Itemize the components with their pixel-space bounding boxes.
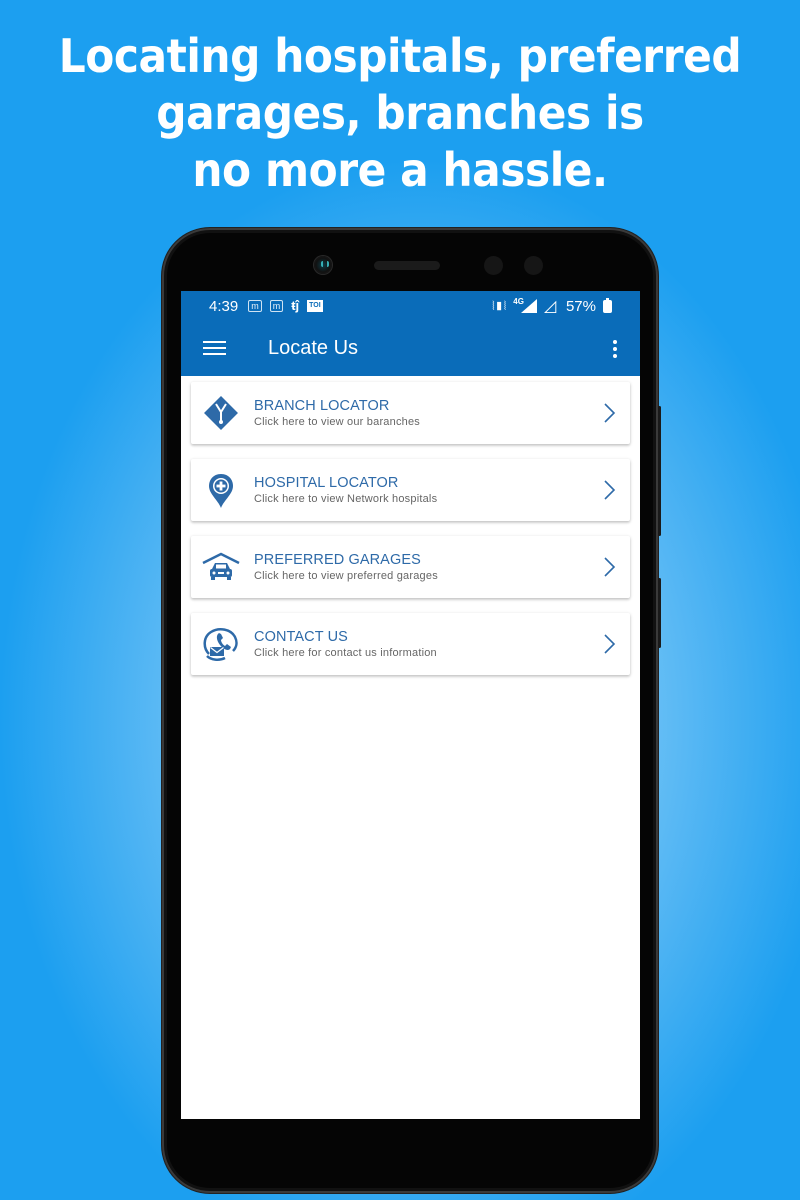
branch-locator-card[interactable]: BRANCH LOCATOR Click here to view our ba… [191, 382, 630, 444]
more-options-icon[interactable] [612, 339, 618, 358]
toi-icon: TOI [307, 300, 323, 312]
chevron-right-icon [600, 475, 620, 505]
page-title: Locate Us [268, 337, 359, 359]
teams-icon: ŧĵ [291, 298, 300, 313]
power-button [658, 578, 661, 648]
volume-button [658, 406, 661, 536]
contact-phone-mail-icon [199, 624, 243, 664]
branch-icon [199, 393, 243, 433]
card-subtitle: Click here to view Network hospitals [254, 492, 438, 505]
card-title: PREFERRED GARAGES [254, 551, 421, 568]
chevron-right-icon [600, 398, 620, 428]
card-title: CONTACT US [254, 628, 348, 645]
card-title: BRANCH LOCATOR [254, 397, 390, 414]
menu-icon[interactable] [203, 341, 226, 356]
hospital-pin-icon [199, 470, 243, 510]
battery-icon [603, 297, 612, 313]
network-type-label: 4G [513, 296, 524, 306]
status-bar: 4:39 m m ŧĵ TOI ⦚▮⦚ 4G 57% [181, 291, 640, 321]
locate-options-list: BRANCH LOCATOR Click here to view our ba… [181, 376, 640, 675]
vibrate-icon: ⦚▮⦚ [492, 298, 507, 313]
hospital-locator-card[interactable]: HOSPITAL LOCATOR Click here to view Netw… [191, 459, 630, 521]
card-title: HOSPITAL LOCATOR [254, 474, 399, 491]
phone-frame: 4:39 m m ŧĵ TOI ⦚▮⦚ 4G 57% Locate Us [162, 228, 661, 1193]
card-subtitle: Click here to view our baranches [254, 415, 420, 428]
proximity-sensor [484, 256, 503, 275]
headline-line-3: no more a hassle. [192, 143, 608, 197]
headline-line-1: Locating hospitals, preferred [58, 29, 742, 83]
notification-m-icon: m [269, 300, 284, 312]
status-time: 4:39 [209, 297, 239, 315]
promo-headline: Locating hospitals, preferred garages, b… [32, 28, 768, 199]
card-subtitle: Click here for contact us information [254, 646, 437, 659]
signal-no-sim-icon [544, 296, 559, 316]
phone-screen: 4:39 m m ŧĵ TOI ⦚▮⦚ 4G 57% Locate Us [181, 291, 640, 1119]
card-subtitle: Click here to view preferred garages [254, 569, 438, 582]
chevron-right-icon [600, 629, 620, 659]
light-sensor [524, 256, 543, 275]
earpiece-speaker [374, 261, 440, 270]
headline-line-2: garages, branches is [156, 86, 644, 140]
battery-percent: 57% [565, 297, 596, 315]
front-camera [314, 256, 332, 274]
app-bar: Locate Us [181, 321, 640, 376]
preferred-garages-card[interactable]: PREFERRED GARAGES Click here to view pre… [191, 536, 630, 598]
contact-us-card[interactable]: CONTACT US Click here for contact us inf… [191, 613, 630, 675]
garage-car-icon [199, 547, 243, 587]
notification-m-icon: m [248, 300, 262, 312]
chevron-right-icon [600, 552, 620, 582]
